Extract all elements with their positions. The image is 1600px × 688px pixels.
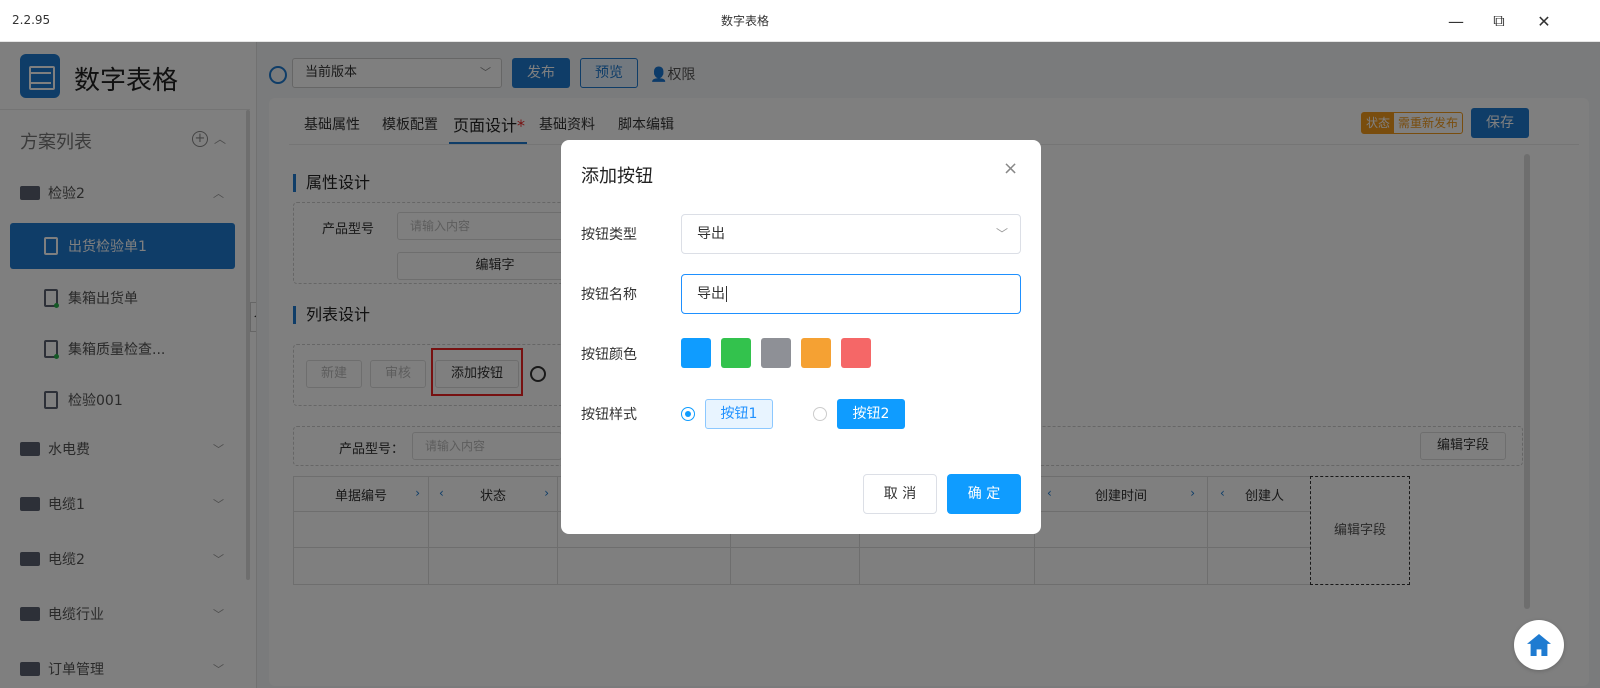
minimize-button[interactable]: — [1442,8,1470,34]
color-swatch[interactable] [801,338,831,368]
window-title: 数字表格 [720,14,769,28]
style2-radio[interactable] [813,407,827,421]
button-color-label: 按钮颜色 [581,347,637,363]
chevron-down-icon: ﹀ [995,227,1008,241]
color-swatch[interactable] [761,338,791,368]
color-swatch[interactable] [681,338,711,368]
style1-radio[interactable] [681,407,695,421]
style2-preview[interactable]: 按钮2 [837,399,905,429]
dialog-title: 添加按钮 [581,166,653,187]
style1-preview[interactable]: 按钮1 [705,399,773,429]
button-type-select[interactable]: 导出 ﹀ [681,214,1021,254]
button-type-label: 按钮类型 [581,227,637,243]
color-swatch[interactable] [841,338,871,368]
close-window-button[interactable]: ✕ [1530,8,1558,34]
close-icon[interactable]: × [1003,158,1018,179]
button-name-label: 按钮名称 [581,287,637,303]
cancel-button[interactable]: 取 消 [863,474,937,514]
title-bar: 2.2.95 数字表格 — ⧉ ✕ [0,0,1600,42]
color-swatch[interactable] [721,338,751,368]
restore-button[interactable]: ⧉ [1485,8,1513,34]
button-name-input[interactable]: 导出 [681,274,1021,314]
add-button-dialog: 添加按钮 × 按钮类型 导出 ﹀ 按钮名称 导出 按钮颜色 按钮样式 按钮1 按… [561,140,1041,534]
confirm-button[interactable]: 确 定 [947,474,1021,514]
button-style-label: 按钮样式 [581,407,637,423]
home-icon[interactable] [1514,620,1564,670]
